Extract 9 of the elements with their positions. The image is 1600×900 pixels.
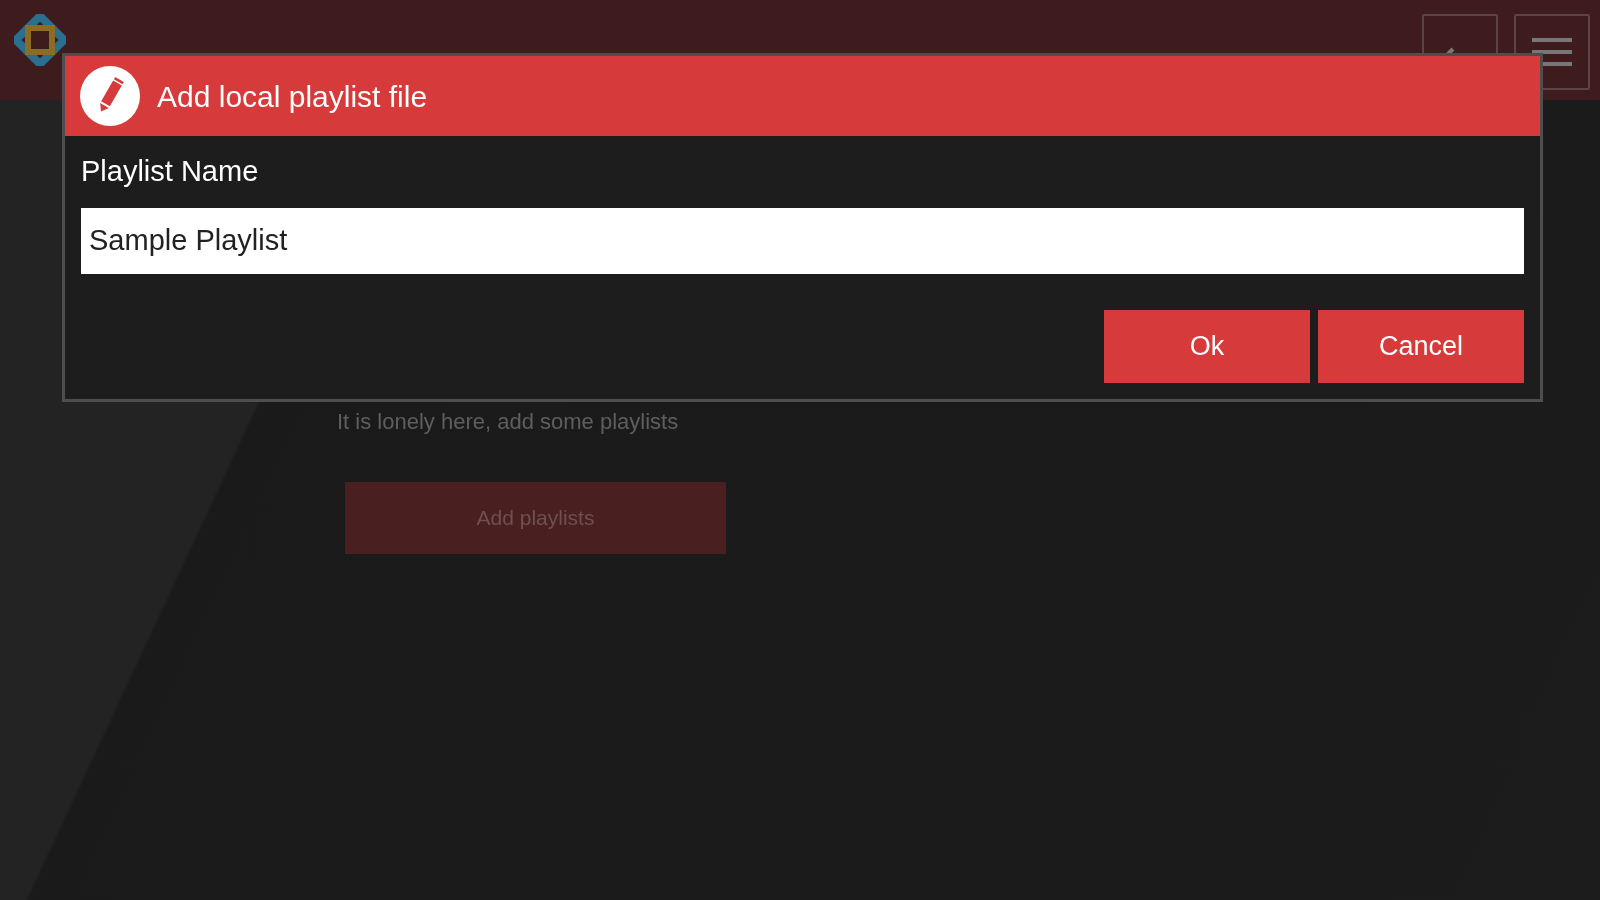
playlist-name-field[interactable]: Sample Playlist: [81, 207, 1524, 274]
logo-icon: [14, 14, 66, 66]
dialog-title: Add local playlist file: [157, 78, 428, 115]
menu-icon: [1530, 36, 1574, 68]
empty-message: It is lonely here, add some playlists: [337, 408, 680, 436]
cancel-button[interactable]: Cancel: [1318, 309, 1524, 383]
field-label: Playlist Name: [81, 154, 260, 189]
ok-button[interactable]: Ok: [1104, 309, 1310, 383]
pencil-icon: [79, 65, 141, 127]
